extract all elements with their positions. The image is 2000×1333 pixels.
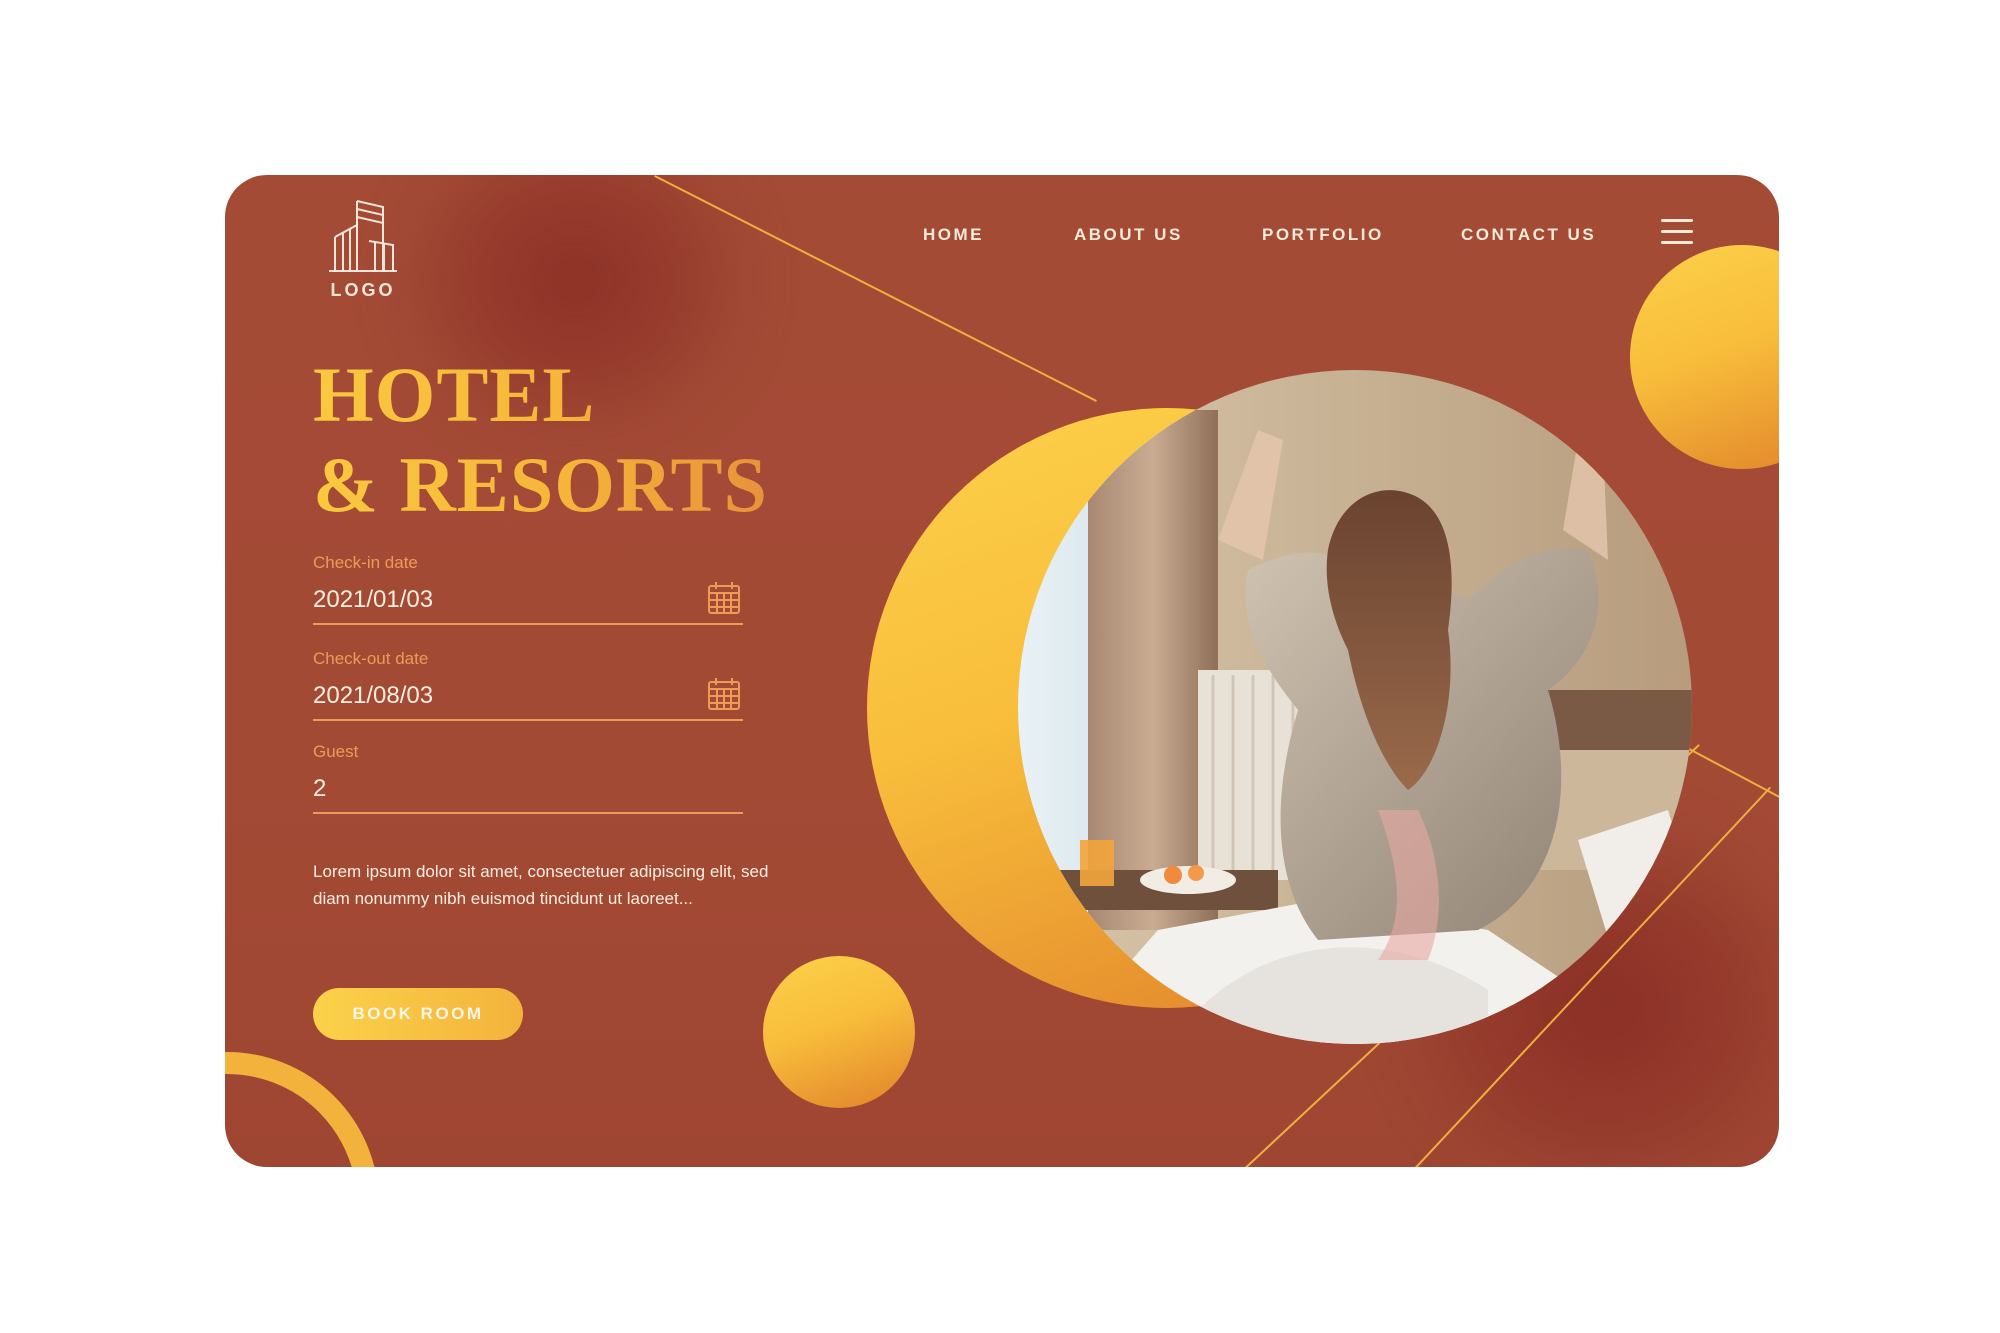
guest-field: Guest 2 <box>313 742 743 814</box>
guest-value: 2 <box>313 775 327 802</box>
title-line-2: & RESORTS <box>313 441 768 528</box>
gold-sphere-small <box>763 956 915 1108</box>
hero-card: LOGO HOME ABOUT US PORTFOLIO CONTACT US … <box>225 175 1779 1167</box>
checkin-field: Check-in date 2021/01/03 <box>313 553 743 625</box>
title-line-1: HOTEL <box>313 351 596 438</box>
calendar-icon[interactable] <box>707 677 741 711</box>
hamburger-menu-icon[interactable] <box>1661 219 1693 247</box>
guest-label: Guest <box>313 742 359 761</box>
checkout-field: Check-out date 2021/08/03 <box>313 649 743 721</box>
description-text: Lorem ipsum dolor sit amet, consectetuer… <box>313 862 769 908</box>
checkin-value: 2021/01/03 <box>313 586 434 613</box>
nav-about-us[interactable]: ABOUT US <box>1074 225 1183 245</box>
gold-sphere-top-right <box>1630 245 1779 469</box>
hero-photo <box>1018 370 1692 1044</box>
woman-stretching-in-bed-photo <box>1018 370 1692 1044</box>
checkout-input[interactable]: 2021/08/03 <box>313 677 743 721</box>
main-nav: HOME ABOUT US PORTFOLIO CONTACT US <box>225 225 1779 255</box>
logo-text: LOGO <box>330 280 396 300</box>
hamburger-bar <box>1661 230 1693 233</box>
checkout-value: 2021/08/03 <box>313 682 434 709</box>
nav-contact-us[interactable]: CONTACT US <box>1461 225 1596 245</box>
gold-ring-bottom-left <box>225 1052 379 1167</box>
nav-home[interactable]: HOME <box>923 225 984 245</box>
checkin-input[interactable]: 2021/01/03 <box>313 581 743 625</box>
nav-portfolio[interactable]: PORTFOLIO <box>1262 225 1384 245</box>
hamburger-bar <box>1661 219 1693 222</box>
calendar-icon[interactable] <box>707 581 741 615</box>
guest-input[interactable]: 2 <box>313 772 743 814</box>
checkin-label: Check-in date <box>313 553 418 572</box>
hamburger-bar <box>1661 241 1693 244</box>
book-room-button[interactable]: BOOK ROOM <box>313 988 523 1040</box>
checkout-label: Check-out date <box>313 649 429 668</box>
page-title: HOTEL & RESORTS <box>313 350 768 530</box>
